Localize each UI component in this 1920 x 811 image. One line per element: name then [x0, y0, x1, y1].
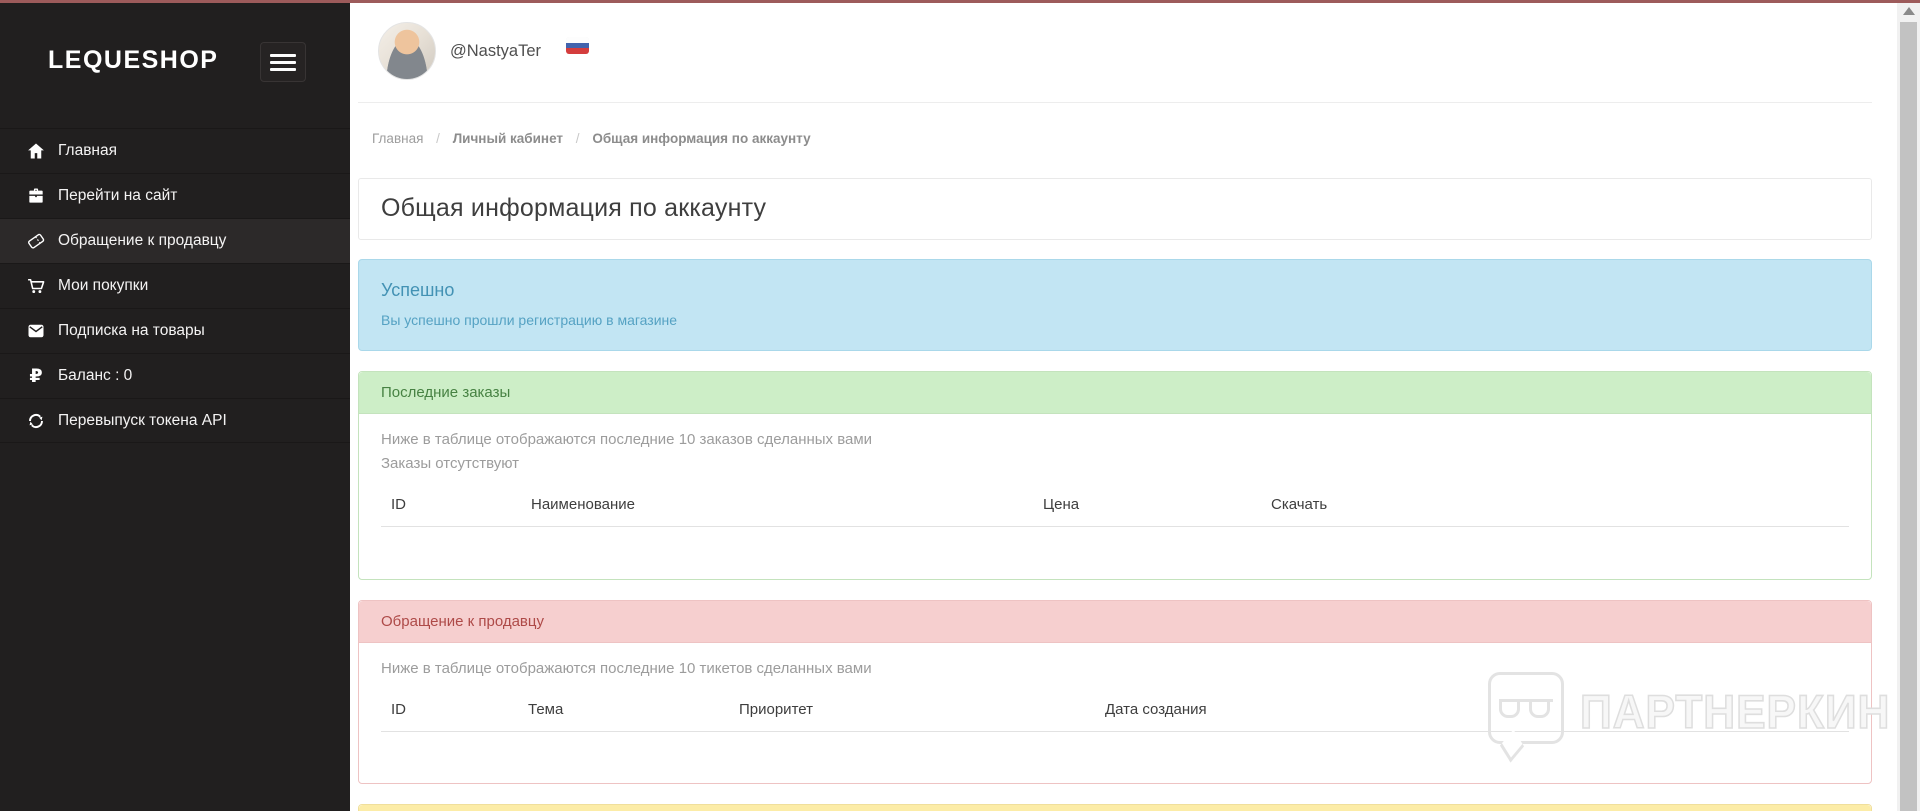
main-content: @NastyaTer Главная / Личный кабинет / Об… [350, 0, 1897, 811]
page-title: Общая информация по аккаунту [381, 194, 767, 222]
breadcrumb: Главная / Личный кабинет / Общая информа… [358, 103, 1872, 153]
ruble-icon: ₽ [29, 364, 43, 387]
breadcrumb-home-link[interactable]: Главная [372, 131, 423, 146]
scrollbar-up-arrow-icon[interactable] [1903, 7, 1915, 15]
tickets-col-priority: Приоритет [729, 690, 1095, 732]
shop-logo[interactable]: LEQUESHOP [48, 46, 218, 75]
sidebar-item-label: Подписка на товары [58, 322, 205, 339]
orders-description: Ниже в таблице отображаются последние 10… [381, 431, 873, 448]
ticket-icon [25, 230, 47, 252]
page-title-card: Общая информация по аккаунту [358, 178, 1872, 240]
sidebar-item-contact-seller[interactable]: Обращение к продавцу [0, 218, 350, 263]
tickets-description: Ниже в таблице отображаются последние 10… [381, 659, 872, 677]
orders-table: ID Наименование Цена Скачать [381, 486, 1849, 563]
tickets-table: ID Тема Приоритет Дата создания [381, 690, 1849, 768]
sidebar-item-label: Мои покупки [58, 277, 149, 294]
orders-col-name: Наименование [521, 486, 1033, 527]
russia-flag-icon[interactable] [566, 37, 589, 54]
vertical-scrollbar[interactable] [1897, 0, 1920, 811]
alert-message: Вы успешно прошли регистрацию в магазине [381, 312, 678, 328]
sidebar-item-label: Обращение к продавцу [58, 232, 227, 249]
sidebar-item-balance[interactable]: ₽ Баланс : 0 [0, 353, 350, 398]
sidebar-item-label: Главная [58, 142, 117, 159]
brand-row: LEQUESHOP [0, 0, 350, 110]
sidebar-item-home[interactable]: Главная [0, 128, 350, 173]
cart-icon [25, 275, 47, 297]
tickets-table-header-row: ID Тема Приоритет Дата создания [381, 690, 1849, 732]
refresh-icon [25, 410, 47, 432]
sidebar-item-reissue-api-token[interactable]: Перевыпуск токена API [0, 398, 350, 443]
discounts-panel-header: Накопительные скидки [359, 805, 1871, 811]
tickets-table-body [381, 731, 1849, 767]
tickets-col-subject: Тема [518, 690, 729, 732]
orders-col-download: Скачать [1261, 486, 1849, 527]
tickets-col-id: ID [381, 690, 518, 732]
sidebar-item-product-subscription[interactable]: Подписка на товары [0, 308, 350, 353]
home-icon [25, 140, 47, 162]
sidebar-item-my-purchases[interactable]: Мои покупки [0, 263, 350, 308]
username-label[interactable]: @NastyaTer [450, 42, 541, 61]
scrollbar-thumb[interactable] [1900, 22, 1917, 811]
sidebar: LEQUESHOP Главная Перейти на сайт Обраще… [0, 0, 350, 811]
orders-panel: Последние заказы Ниже в таблице отобража… [358, 371, 1872, 580]
orders-table-header-row: ID Наименование Цена Скачать [381, 486, 1849, 527]
discounts-panel: Накопительные скидки [358, 804, 1872, 811]
orders-col-id: ID [381, 486, 521, 527]
breadcrumb-current: Общая информация по аккаунту [592, 131, 811, 146]
top-accent-line [0, 0, 1920, 3]
app-root: LEQUESHOP Главная Перейти на сайт Обраще… [0, 0, 1920, 811]
menu-icon [270, 60, 296, 64]
sidebar-item-label: Баланс : 0 [58, 367, 133, 384]
breadcrumb-separator: / [436, 131, 440, 146]
menu-icon [270, 53, 296, 57]
account-header: @NastyaTer [358, 0, 1872, 103]
user-avatar[interactable] [378, 22, 436, 80]
tickets-panel-header: Обращение к продавцу [359, 600, 1871, 643]
orders-col-price: Цена [1033, 486, 1261, 527]
envelope-icon [25, 320, 47, 342]
tickets-col-created: Дата создания [1095, 690, 1849, 732]
sidebar-item-label: Перевыпуск токена API [58, 411, 227, 429]
menu-icon [270, 67, 296, 71]
sidebar-item-go-to-site[interactable]: Перейти на сайт [0, 173, 350, 218]
tickets-panel-body: Ниже в таблице отображаются последние 10… [359, 642, 1871, 783]
orders-empty-note: Заказы отсутствуют [381, 455, 520, 472]
briefcase-icon [25, 185, 47, 207]
menu-toggle-button[interactable] [260, 42, 306, 82]
success-alert: Успешно Вы успешно прошли регистрацию в … [358, 259, 1872, 351]
breadcrumb-separator: / [575, 131, 580, 146]
sidebar-item-label: Перейти на сайт [58, 187, 178, 204]
orders-panel-body: Ниже в таблице отображаются последние 10… [359, 414, 1871, 579]
orders-panel-header: Последние заказы [359, 372, 1871, 414]
tickets-panel: Обращение к продавцу Ниже в таблице отоб… [358, 599, 1872, 784]
alert-title: Успешно [381, 280, 455, 300]
sidebar-nav: Главная Перейти на сайт Обращение к прод… [0, 128, 350, 443]
orders-table-body [381, 527, 1849, 563]
breadcrumb-cabinet-link[interactable]: Личный кабинет [453, 131, 563, 146]
